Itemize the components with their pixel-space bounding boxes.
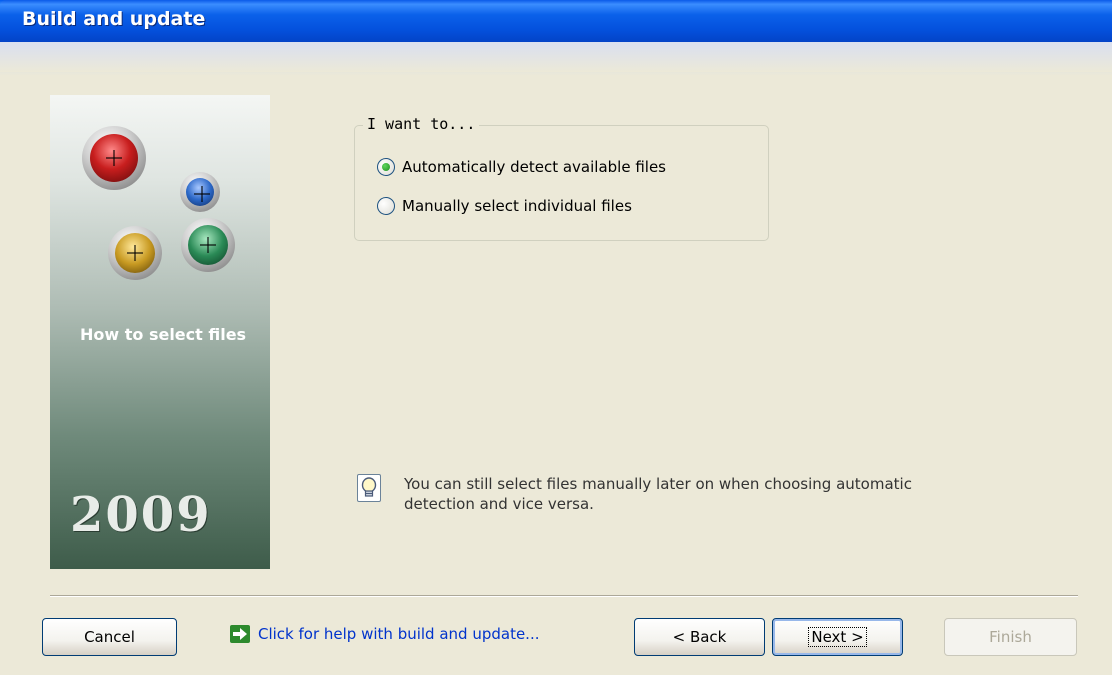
window-title: Build and update (22, 8, 206, 30)
back-button[interactable]: < Back (634, 618, 765, 656)
next-button-label: Next > (808, 627, 867, 647)
radio-button-icon[interactable] (377, 158, 395, 176)
orb-blue-icon (180, 172, 220, 212)
next-button[interactable]: Next > (772, 618, 903, 656)
orb-yellow-icon (108, 226, 162, 280)
footer-separator (50, 595, 1078, 597)
title-bar[interactable]: Build and update (0, 0, 1112, 42)
hint-text: You can still select files manually late… (404, 475, 912, 513)
help-link-text[interactable]: Click for help with build and update... (258, 625, 539, 643)
radio-label: Automatically detect available files (402, 158, 666, 176)
groupbox-legend: I want to... (363, 115, 480, 133)
back-button-label: < Back (672, 628, 727, 646)
help-link[interactable]: Click for help with build and update... (230, 625, 539, 643)
radio-button-icon[interactable] (377, 197, 395, 215)
finish-button-label: Finish (989, 628, 1032, 646)
orb-green-icon (181, 218, 235, 272)
cancel-button[interactable]: Cancel (42, 618, 177, 656)
window-title-area: Build and update (0, 0, 1112, 76)
side-panel-year: 2009 (70, 487, 212, 543)
radio-manual-select[interactable]: Manually select individual files (377, 197, 632, 215)
option-groupbox: I want to... Automatically detect availa… (354, 115, 769, 241)
radio-automatic-detect[interactable]: Automatically detect available files (377, 158, 666, 176)
cancel-button-label: Cancel (84, 628, 135, 646)
lightbulb-icon (357, 474, 381, 502)
finish-button[interactable]: Finish (944, 618, 1077, 656)
side-panel-label: How to select files (80, 325, 247, 344)
orb-red-icon (82, 126, 146, 190)
radio-label: Manually select individual files (402, 197, 632, 215)
help-arrow-icon (230, 625, 250, 643)
header-fade (0, 42, 1112, 72)
wizard-side-panel: How to select files 2009 (50, 95, 270, 569)
